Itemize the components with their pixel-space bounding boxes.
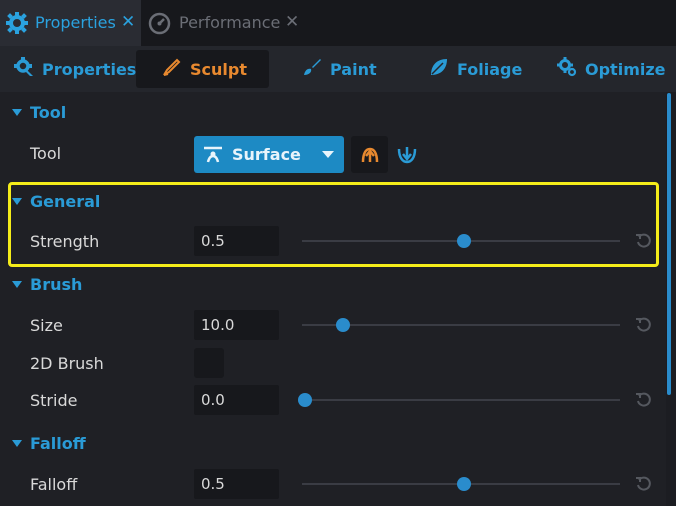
lower-tool-button[interactable] [389, 136, 426, 173]
brush2d-label: 2D Brush [30, 354, 104, 373]
tab-performance[interactable]: Performance ✕ [143, 0, 305, 46]
mode-paint-label: Paint [330, 59, 377, 79]
stride-slider-track[interactable] [302, 399, 620, 401]
tab-performance-label: Performance [179, 13, 281, 32]
general-section-highlight [8, 182, 659, 267]
gauge-icon [148, 12, 171, 39]
chevron-down-icon [322, 151, 334, 158]
leaf-icon [429, 57, 457, 81]
gear-icon [6, 12, 28, 38]
paint-brush-icon [302, 57, 330, 81]
surface-icon [202, 144, 224, 168]
scrollbar-thumb[interactable] [667, 93, 671, 395]
section-falloff-title: Falloff [30, 433, 86, 453]
mode-properties[interactable]: Properties [14, 50, 136, 88]
properties-gear-icon [14, 57, 42, 81]
close-icon[interactable]: ✕ [285, 12, 299, 32]
size-label: Size [30, 316, 63, 335]
stride-slider-knob[interactable] [298, 393, 312, 407]
raise-arrow-icon [359, 144, 381, 170]
stride-field[interactable]: 0.0 [194, 385, 279, 415]
section-tool-title: Tool [30, 102, 67, 122]
falloff-slider-knob[interactable] [457, 477, 471, 491]
mode-foliage[interactable]: Foliage [429, 50, 522, 88]
mode-sculpt-label: Sculpt [190, 59, 247, 79]
section-brush-title: Brush [30, 274, 83, 294]
raise-tool-button[interactable] [351, 136, 388, 173]
close-icon[interactable]: ✕ [121, 12, 135, 32]
falloff-label: Falloff [30, 475, 78, 494]
mode-bar: Properties Sculpt Paint Foliage Optimize [0, 46, 676, 92]
tool-dropdown-value: Surface [232, 145, 301, 164]
collapse-triangle-icon [12, 108, 22, 116]
reset-icon[interactable] [635, 391, 653, 409]
mode-optimize[interactable]: Optimize [557, 50, 666, 88]
reset-icon[interactable] [635, 316, 653, 334]
mode-foliage-label: Foliage [457, 59, 523, 79]
mode-optimize-label: Optimize [585, 59, 666, 79]
mode-paint[interactable]: Paint [302, 50, 377, 88]
document-tab-bar: Properties ✕ Performance ✕ [0, 0, 676, 46]
section-brush-header[interactable]: Brush [12, 274, 82, 294]
reset-icon[interactable] [635, 475, 653, 493]
tab-properties-label: Properties [35, 13, 116, 32]
stride-label: Stride [30, 391, 78, 410]
optimize-gear-icon [557, 57, 585, 81]
size-field[interactable]: 10.0 [194, 310, 279, 340]
tool-dropdown[interactable]: Surface [194, 136, 344, 173]
falloff-field[interactable]: 0.5 [194, 469, 279, 499]
brush2d-checkbox[interactable] [194, 348, 224, 378]
sculpt-brush-icon [162, 57, 190, 81]
collapse-triangle-icon [12, 280, 22, 288]
lower-arrow-icon [396, 143, 418, 169]
tab-properties[interactable]: Properties ✕ [0, 0, 141, 46]
mode-properties-label: Properties [42, 59, 137, 79]
section-tool-header[interactable]: Tool [12, 102, 66, 122]
collapse-triangle-icon [12, 439, 22, 447]
tool-label: Tool [30, 144, 62, 163]
section-falloff-header[interactable]: Falloff [12, 433, 86, 453]
mode-sculpt[interactable]: Sculpt [136, 50, 269, 88]
